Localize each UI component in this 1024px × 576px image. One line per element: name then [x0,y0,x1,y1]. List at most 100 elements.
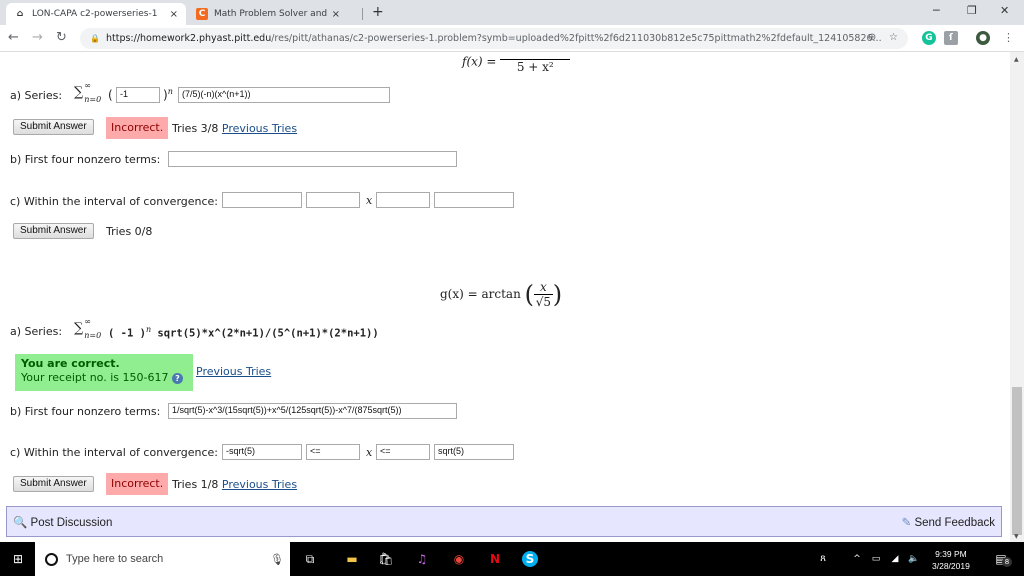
bookmark-star-icon[interactable]: ☆ [889,32,898,43]
zoom-icon[interactable]: ⊕ [868,32,876,43]
x-variable: x [366,446,373,459]
p2-tries-container: Tries 1/8 Previous Tries [172,478,297,491]
p1-interval-op2[interactable] [376,192,430,208]
tab-math-solver[interactable]: C Math Problem Solver and Calcula × [188,3,348,25]
p2-series-label: a) Series: [10,325,63,338]
p1-submit-button[interactable]: Submit Answer [13,119,94,135]
p2-submit-button[interactable]: Submit Answer [13,476,94,492]
minimize-icon[interactable]: ─ [933,4,940,17]
loncapa-icon: ⌂ [16,9,24,19]
p2-interval-op2[interactable]: <= [376,444,430,460]
open-paren: ( [108,88,113,102]
tab-separator [362,8,363,20]
f-numerator [500,52,571,60]
reload-icon[interactable]: ↻ [56,30,67,45]
p2-series-answer: ( -1 )n sqrt(5)*x^(2*n+1)/(5^(n+1)*(2*n+… [108,325,379,340]
people-icon[interactable]: ጸ [815,551,831,567]
left-paren: ( [524,280,535,309]
p1-tries-container: Tries 3/8 Previous Tries [172,122,297,135]
p1-tries2: Tries 0/8 [106,225,153,238]
p1-series-term-input[interactable]: (7/5)(-n)(x^(n+1)) [178,87,390,103]
sum-upper: ∞ [84,317,91,326]
tab-loncapa[interactable]: ⌂ LON-CAPA c2-powerseries-1 × [6,3,186,25]
x-variable: x [366,194,373,207]
p1-interval-upper[interactable] [434,192,514,208]
sigma: ∑ [74,85,84,100]
g-label: g(x) = arctan [440,287,521,301]
p1-tries: Tries 3/8 [172,122,219,135]
chevron-up-icon[interactable]: ^ [849,551,865,567]
discussion-icon: 🔍 [13,516,28,529]
p1-terms-input[interactable] [168,151,457,167]
p1-part-c-label: c) Within the interval of convergence: [10,195,219,208]
chrome-icon[interactable]: ◉ [451,551,467,567]
sum-lower: n=0 [84,95,102,104]
sum-symbol: ∑ ∞ n=0 [74,81,101,104]
notification-count: 8 [1002,557,1012,567]
p2-terms-input[interactable]: 1/sqrt(5)-x^3/(15sqrt(5))+x^5/(125sqrt(5… [168,403,457,419]
task-view-icon[interactable]: ⧉ [302,551,318,567]
new-tab-button[interactable]: + [372,4,384,20]
back-icon[interactable]: ← [8,30,19,45]
itunes-icon[interactable]: ♫ [414,551,430,567]
p1-submit2-button[interactable]: Submit Answer [13,223,94,239]
p2-correct-badge: You are correct. Your receipt no. is 150… [15,354,193,391]
wifi-icon[interactable]: ◢ [887,551,903,567]
microphone-icon[interactable]: 🎙 [270,553,284,566]
grammarly-icon[interactable]: G [922,31,936,45]
g-denominator: √5 [535,295,552,309]
receipt-number: Your receipt no. is 150-617 [21,371,169,384]
help-icon[interactable]: ? [171,373,183,384]
p1-interval-lower[interactable] [222,192,302,208]
f-denominator: 5 + x² [516,60,554,74]
close-tab-icon[interactable]: × [332,9,340,20]
sum-lower: n=0 [84,331,102,340]
close-tab-icon[interactable]: × [170,9,178,20]
scrollbar-thumb[interactable] [1012,387,1022,535]
p2-base: ( -1 ) [108,327,146,340]
restore-icon[interactable]: ❐ [967,4,977,17]
p1-interval-op1[interactable] [306,192,360,208]
extension-icon[interactable]: ſ [944,31,958,45]
skype-icon[interactable]: S [522,551,538,567]
windows-start-icon[interactable]: ⊞ [10,551,26,567]
tab-title: LON-CAPA c2-powerseries-1 [32,9,158,19]
file-explorer-icon[interactable]: ▬ [344,551,360,567]
close-window-icon[interactable]: ✕ [1000,4,1009,17]
p1-series-base-input[interactable]: -1 [116,87,160,103]
p2-interval-upper[interactable]: sqrt(5) [434,444,514,460]
taskbar-search[interactable]: Type here to search 🎙 [35,542,290,576]
address-bar[interactable]: 🔒 https://homework2.phyast.pitt.edu /res… [80,28,908,49]
p2-incorrect-badge: Incorrect. [106,473,169,495]
scroll-down-icon[interactable]: ▼ [1014,533,1019,540]
forward-icon[interactable]: → [32,30,43,45]
p1-previous-tries-link[interactable]: Previous Tries [222,122,297,135]
menu-icon[interactable]: ⋮ [1003,31,1014,44]
network-icon[interactable]: ▭ [868,551,884,567]
p1-series-label: a) Series: [10,89,63,102]
p2-interval-lower[interactable]: -sqrt(5) [222,444,302,460]
netflix-icon[interactable]: N [487,551,503,567]
post-discussion-link[interactable]: 🔍 Post Discussion [13,515,112,529]
g-fraction: x √5 [534,280,553,309]
p2-tries: Tries 1/8 [172,478,219,491]
volume-icon[interactable]: 🔈 [906,551,922,567]
p2-previous-tries-link2[interactable]: Previous Tries [222,478,297,491]
page-scrollbar[interactable]: ▲ ▼ [1010,52,1024,542]
taskbar-clock[interactable]: 9:39 PM 3/28/2019 [932,548,970,572]
store-icon[interactable]: 🛍 [378,551,394,567]
profile-avatar[interactable]: ● [976,31,990,45]
scroll-up-icon[interactable]: ▲ [1014,56,1019,63]
windows-taskbar: ⊞ Type here to search 🎙 ⧉ ▬ 🛍 ♫ ◉ N S ጸ … [0,542,1024,576]
send-feedback-link[interactable]: ✎ Send Feedback [902,515,995,529]
browser-toolbar: ← → ↻ 🔒 https://homework2.phyast.pitt.ed… [0,25,1024,52]
sum-upper: ∞ [84,81,91,90]
p2-previous-tries-link[interactable]: Previous Tries [196,365,271,378]
p2-interval-op1[interactable]: <= [306,444,360,460]
exponent-n: n [145,325,152,334]
cortana-icon [45,552,58,566]
correct-title: You are correct. [21,357,120,370]
clock-time: 9:39 PM [935,549,967,559]
p2-part-b-label: b) First four nonzero terms: [10,405,161,418]
notifications-icon[interactable]: ▤ 8 [993,551,1012,567]
